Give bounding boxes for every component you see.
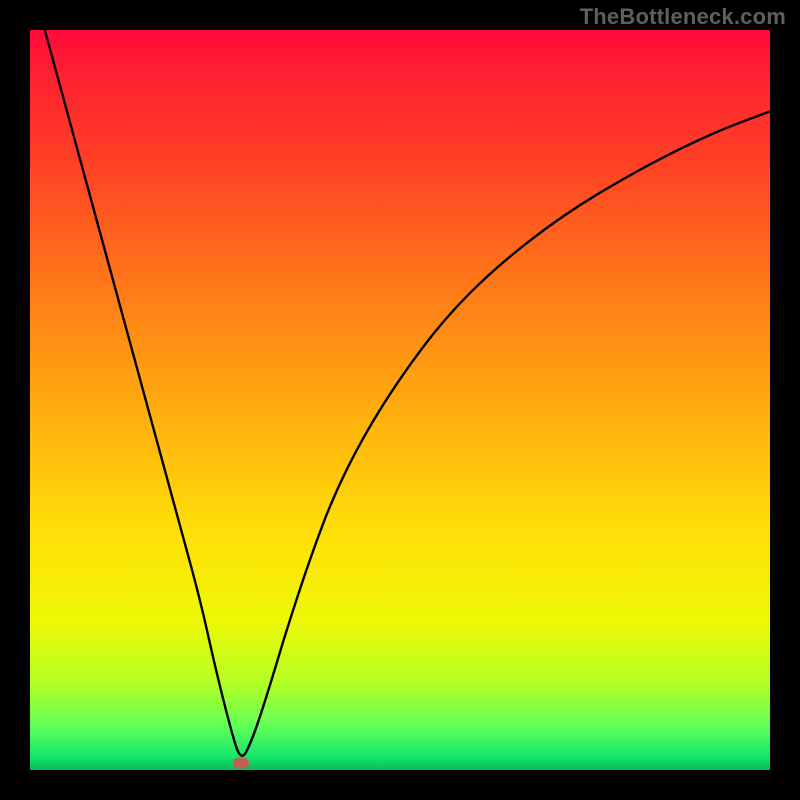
plot-area [30,30,770,770]
chart-frame: TheBottleneck.com [0,0,800,800]
bottleneck-curve [30,30,770,770]
optimal-point-marker [233,757,249,768]
watermark-label: TheBottleneck.com [580,4,786,30]
